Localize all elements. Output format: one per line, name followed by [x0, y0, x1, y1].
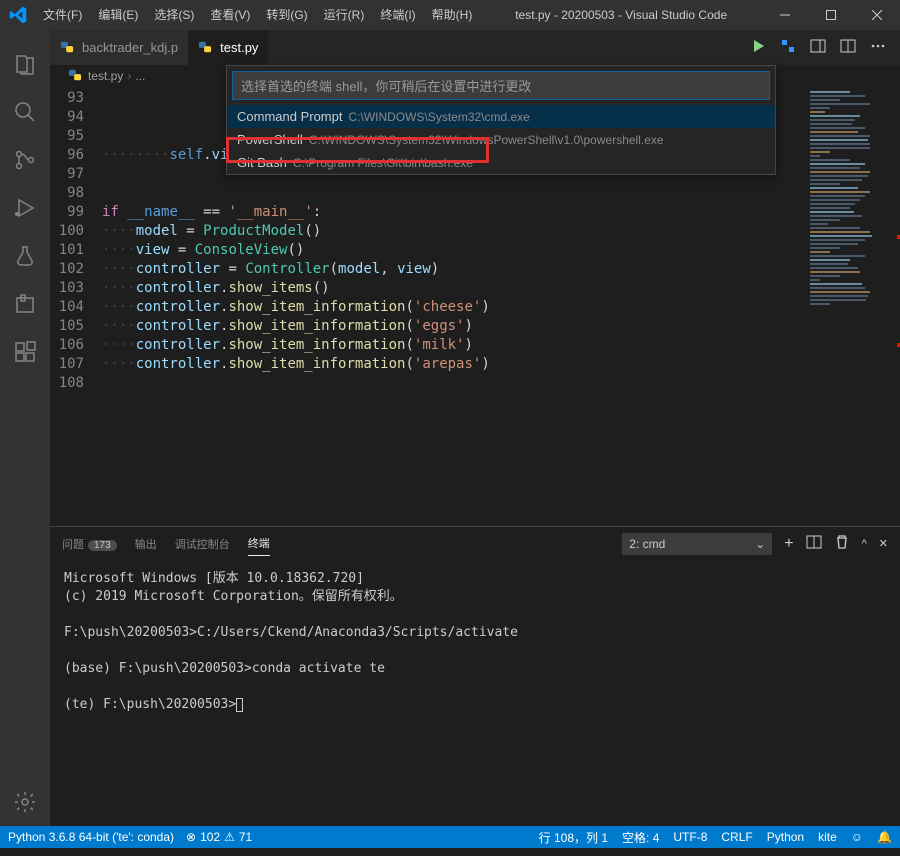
title-bar: 文件(F)编辑(E)选择(S)查看(V)转到(G)运行(R)终端(I)帮助(H)…: [0, 0, 900, 30]
split-terminal-icon[interactable]: [806, 534, 822, 553]
panel-tab-terminal[interactable]: 终端: [248, 531, 270, 556]
quick-pick-item-name: Command Prompt: [237, 109, 342, 124]
menu-item[interactable]: 帮助(H): [424, 0, 481, 30]
menu-bar: 文件(F)编辑(E)选择(S)查看(V)转到(G)运行(R)终端(I)帮助(H): [35, 0, 480, 30]
editor-tab[interactable]: test.py: [188, 30, 268, 65]
search-icon[interactable]: [1, 88, 49, 136]
status-language[interactable]: Python: [767, 830, 804, 844]
menu-item[interactable]: 选择(S): [146, 0, 202, 30]
run-file-icon[interactable]: [750, 38, 766, 57]
panel-tab-output[interactable]: 输出: [135, 532, 157, 556]
python-file-icon: [60, 40, 76, 56]
status-kite[interactable]: kite: [818, 830, 837, 844]
panel-tab-problems[interactable]: 问题173: [62, 532, 117, 556]
editor-tab-bar: backtrader_kdj.p test.py: [50, 30, 900, 65]
terminal-selector[interactable]: 2: cmd ⌄: [622, 533, 772, 555]
breadcrumb-more[interactable]: ...: [135, 69, 145, 83]
close-button[interactable]: [854, 0, 900, 30]
editor-tab[interactable]: backtrader_kdj.p: [50, 30, 188, 65]
minimize-button[interactable]: [762, 0, 808, 30]
status-indent[interactable]: 空格: 4: [622, 829, 659, 846]
breadcrumb-file[interactable]: test.py: [88, 69, 123, 83]
tab-label: backtrader_kdj.p: [82, 40, 178, 55]
new-terminal-icon[interactable]: +: [784, 535, 793, 553]
terminal-cursor: [236, 698, 243, 712]
status-bell-icon[interactable]: 🔔: [877, 830, 892, 844]
split-editor-icon[interactable]: [840, 38, 856, 57]
bookmark-icon[interactable]: [1, 280, 49, 328]
run-debug-icon[interactable]: [1, 184, 49, 232]
status-bar: Python 3.6.8 64-bit ('te': conda) ⊗ 102 …: [0, 826, 900, 848]
maximize-button[interactable]: [808, 0, 854, 30]
python-file-icon: [68, 68, 84, 84]
testing-icon[interactable]: [1, 232, 49, 280]
kill-terminal-icon[interactable]: [834, 534, 850, 553]
status-feedback-icon[interactable]: ☺: [851, 830, 863, 844]
activity-bar: [0, 30, 50, 826]
extensions-icon[interactable]: [1, 328, 49, 376]
source-control-icon[interactable]: [1, 136, 49, 184]
vscode-logo-icon: [0, 6, 35, 24]
menu-item[interactable]: 文件(F): [35, 0, 90, 30]
menu-item[interactable]: 编辑(E): [90, 0, 146, 30]
status-encoding[interactable]: UTF-8: [673, 830, 707, 844]
annotation-highlight: [226, 137, 489, 163]
menu-item[interactable]: 转到(G): [258, 0, 315, 30]
status-eol[interactable]: CRLF: [721, 830, 752, 844]
open-changes-icon[interactable]: [780, 38, 796, 57]
panel-tab-bar: 问题173 输出 调试控制台 终端 2: cmd ⌄ + ^ ✕: [50, 527, 900, 560]
chevron-down-icon: ⌄: [755, 537, 765, 551]
compare-icon[interactable]: [810, 38, 826, 57]
menu-item[interactable]: 运行(R): [316, 0, 373, 30]
menu-item[interactable]: 终端(I): [372, 0, 423, 30]
explorer-icon[interactable]: [1, 40, 49, 88]
maximize-panel-icon[interactable]: ^: [862, 538, 867, 550]
terminal-body[interactable]: Microsoft Windows [版本 10.0.18362.720] (c…: [50, 560, 900, 826]
window-title: test.py - 20200503 - Visual Studio Code: [480, 8, 762, 22]
settings-gear-icon[interactable]: [1, 778, 49, 826]
more-actions-icon[interactable]: [870, 38, 886, 57]
quick-pick-input[interactable]: 选择首选的终端 shell，你可稍后在设置中进行更改: [232, 71, 770, 100]
line-number-gutter: 9394959697989910010110210310410510610710…: [50, 87, 102, 526]
bottom-panel: 问题173 输出 调试控制台 终端 2: cmd ⌄ + ^ ✕ Microso…: [50, 526, 900, 826]
quick-pick-item-path: C:\WINDOWS\System32\cmd.exe: [348, 110, 529, 124]
panel-tab-debug-console[interactable]: 调试控制台: [175, 532, 230, 556]
minimap[interactable]: [804, 87, 900, 526]
python-file-icon: [198, 40, 214, 56]
tab-label: test.py: [220, 40, 258, 55]
quick-pick-item[interactable]: Command Prompt C:\WINDOWS\System32\cmd.ex…: [227, 105, 775, 128]
status-python-interpreter[interactable]: Python 3.6.8 64-bit ('te': conda): [8, 830, 174, 844]
status-cursor-position[interactable]: 行 108，列 1: [539, 829, 608, 846]
close-panel-icon[interactable]: ✕: [879, 537, 888, 550]
status-errors[interactable]: ⊗ 102 ⚠ 71: [186, 830, 252, 844]
menu-item[interactable]: 查看(V): [202, 0, 258, 30]
